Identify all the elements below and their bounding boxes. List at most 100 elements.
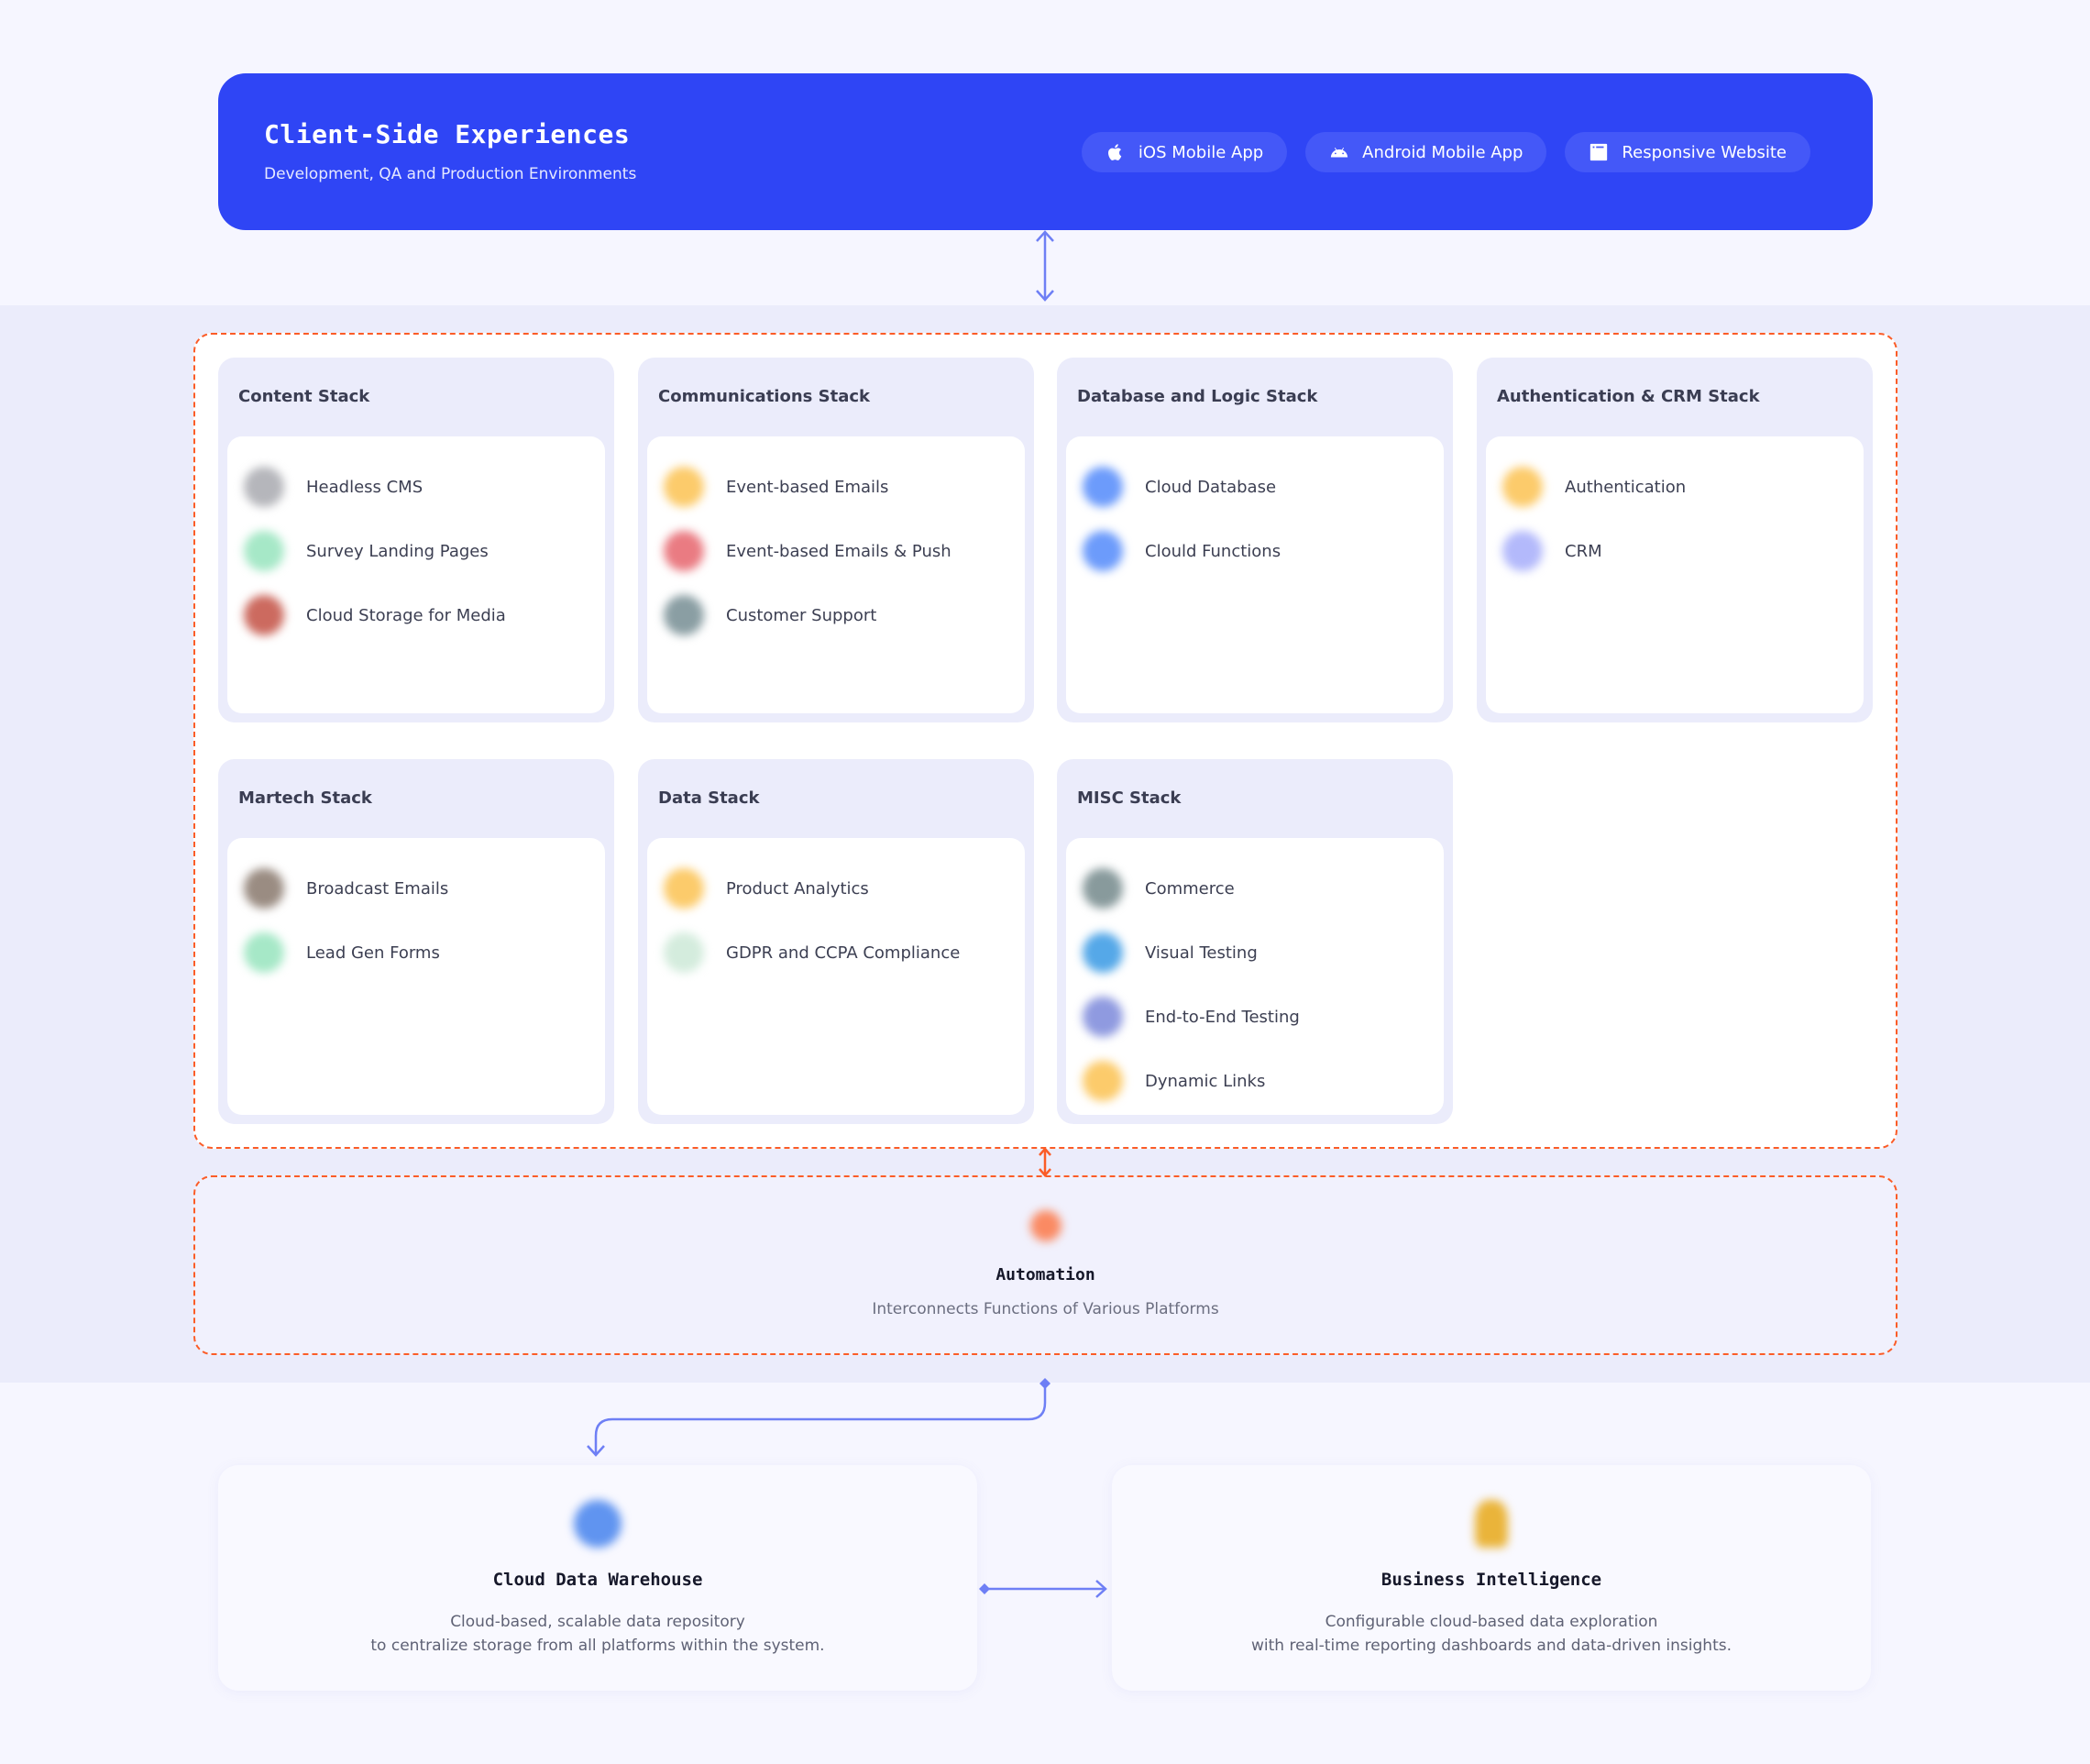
stack-item-list: Cloud Database Clould Functions (1066, 436, 1444, 713)
automation-icon (1029, 1210, 1062, 1241)
stack-item[interactable]: Customer Support (647, 583, 1025, 647)
stack-item-label: Event-based Emails & Push (726, 541, 952, 561)
service-logo-icon (244, 595, 284, 635)
platform-pill-ios[interactable]: iOS Mobile App (1081, 132, 1288, 172)
service-logo-icon (1083, 868, 1123, 909)
stack-item[interactable]: Lead Gen Forms (227, 921, 605, 985)
service-logo-icon (664, 595, 704, 635)
warehouse-to-bi-arrow (984, 1580, 1107, 1598)
service-logo-icon (1502, 467, 1543, 507)
stack-item-label: Dynamic Links (1145, 1071, 1266, 1091)
service-logo-icon (244, 932, 284, 973)
stack-title: Database and Logic Stack (1077, 387, 1318, 406)
service-logo-icon (1083, 932, 1123, 973)
automation-subtitle: Interconnects Functions of Various Platf… (872, 1300, 1219, 1318)
service-logo-icon (664, 467, 704, 507)
stack-item[interactable]: GDPR and CCPA Compliance (647, 921, 1025, 985)
stack-item[interactable]: Dynamic Links (1066, 1049, 1444, 1113)
stack-card-content: Content Stack Headless CMS Survey Landing … (218, 358, 614, 722)
stack-item-label: GDPR and CCPA Compliance (726, 943, 961, 963)
stack-card-auth-crm: Authentication & CRM Stack Authentication… (1477, 358, 1873, 722)
apple-icon (1107, 144, 1122, 160)
stack-item-list: Broadcast Emails Lead Gen Forms (227, 838, 605, 1115)
client-side-header: Client-Side Experiences Development, QA … (218, 73, 1873, 230)
stack-title: Authentication & CRM Stack (1497, 387, 1760, 406)
stack-item-list: Event-based Emails Event-based Emails & P… (647, 436, 1025, 713)
stack-item[interactable]: End-to-End Testing (1066, 985, 1444, 1049)
stack-item[interactable]: Clould Functions (1066, 519, 1444, 583)
automation-box: Automation Interconnects Functions of Va… (193, 1175, 1898, 1355)
stack-item-label: Survey Landing Pages (306, 541, 489, 561)
service-logo-icon (1083, 1061, 1123, 1101)
platform-pill-website[interactable]: Responsive Website (1565, 132, 1810, 172)
platform-pill-android[interactable]: Android Mobile App (1305, 132, 1547, 172)
stack-title: Communications Stack (658, 387, 870, 406)
stack-item-label: End-to-End Testing (1145, 1007, 1300, 1027)
card-description-line: with real-time reporting dashboards and … (1250, 1637, 1732, 1655)
stack-item-label: Cloud Database (1145, 477, 1277, 497)
platform-pill-label: Responsive Website (1622, 142, 1787, 162)
header-title: Client-Side Experiences (264, 119, 631, 149)
stack-item[interactable]: Cloud Database (1066, 455, 1444, 519)
service-logo-icon (1083, 467, 1123, 507)
header-subtitle: Development, QA and Production Environme… (264, 165, 637, 183)
stack-item[interactable]: Survey Landing Pages (227, 519, 605, 583)
stack-item-label: Commerce (1145, 878, 1235, 899)
service-logo-icon (1083, 531, 1123, 571)
business-intelligence-card: Business Intelligence Configurable cloud… (1112, 1465, 1871, 1691)
stack-card-database-logic: Database and Logic Stack Cloud Database Cl… (1057, 358, 1453, 722)
android-icon (1331, 148, 1348, 158)
stack-item[interactable]: Commerce (1066, 856, 1444, 921)
stack-item-label: Visual Testing (1145, 943, 1258, 963)
stack-item-list: Commerce Visual Testing End-to-End Testing… (1066, 838, 1444, 1115)
stack-item-label: Cloud Storage for Media (306, 605, 506, 625)
cloud-data-warehouse-card: Cloud Data Warehouse Cloud-based, scalab… (218, 1465, 977, 1691)
stack-card-misc: MISC Stack Commerce Visual Testing End-to-E… (1057, 759, 1453, 1124)
platform-pill-label: Android Mobile App (1362, 142, 1524, 162)
stack-item[interactable]: Product Analytics (647, 856, 1025, 921)
header-to-stacks-arrow (1036, 230, 1054, 302)
stack-item-label: Headless CMS (306, 477, 424, 497)
browser-window-icon (1590, 143, 1608, 161)
stack-item[interactable]: Event-based Emails (647, 455, 1025, 519)
card-description: Configurable cloud-based data exploratio… (1112, 1610, 1871, 1658)
stack-item-label: Product Analytics (726, 878, 869, 899)
service-logo-icon (244, 531, 284, 571)
service-logo-icon (244, 467, 284, 507)
stack-item-list: Product Analytics GDPR and CCPA Complianc… (647, 838, 1025, 1115)
stack-item[interactable]: Headless CMS (227, 455, 605, 519)
platform-pills: iOS Mobile App Android Mobile App Respon… (1081, 132, 1810, 172)
stack-item-list: Headless CMS Survey Landing Pages Cloud St… (227, 436, 605, 713)
card-description: Cloud-based, scalable data repository to… (218, 1610, 977, 1658)
stack-item-label: Broadcast Emails (306, 878, 449, 899)
service-logo-icon (1083, 997, 1123, 1037)
automation-to-warehouse-arrow (587, 1386, 1047, 1457)
stack-item[interactable]: Event-based Emails & Push (647, 519, 1025, 583)
stack-item-label: Authentication (1565, 477, 1687, 497)
service-logo-icon (664, 932, 704, 973)
stack-item[interactable]: Visual Testing (1066, 921, 1444, 985)
stack-item-label: Event-based Emails (726, 477, 889, 497)
stack-item[interactable]: Broadcast Emails (227, 856, 605, 921)
service-logo-icon (1502, 531, 1543, 571)
stack-item[interactable]: Cloud Storage for Media (227, 583, 605, 647)
card-description-line: to centralize storage from all platforms… (370, 1637, 825, 1655)
service-logo-icon (244, 868, 284, 909)
stack-item[interactable]: Authentication (1486, 455, 1864, 519)
stack-card-data: Data Stack Product Analytics GDPR and CCPA… (638, 759, 1034, 1124)
stack-title: MISC Stack (1077, 788, 1182, 808)
card-description-line: Cloud-based, scalable data repository (450, 1613, 745, 1631)
stack-item-label: Customer Support (726, 605, 877, 625)
service-logo-icon (664, 868, 704, 909)
stack-item[interactable]: CRM (1486, 519, 1864, 583)
card-description-line: Configurable cloud-based data exploratio… (1325, 1613, 1658, 1631)
business-intelligence-icon (1475, 1500, 1508, 1548)
data-warehouse-icon (574, 1500, 622, 1548)
stack-title: Content Stack (238, 387, 370, 406)
stack-item-list: Authentication CRM (1486, 436, 1864, 713)
stack-title: Data Stack (658, 788, 760, 808)
stack-title: Martech Stack (238, 788, 372, 808)
stack-card-communications: Communications Stack Event-based Emails Ev… (638, 358, 1034, 722)
stack-item-label: CRM (1565, 541, 1602, 561)
service-logo-icon (664, 531, 704, 571)
